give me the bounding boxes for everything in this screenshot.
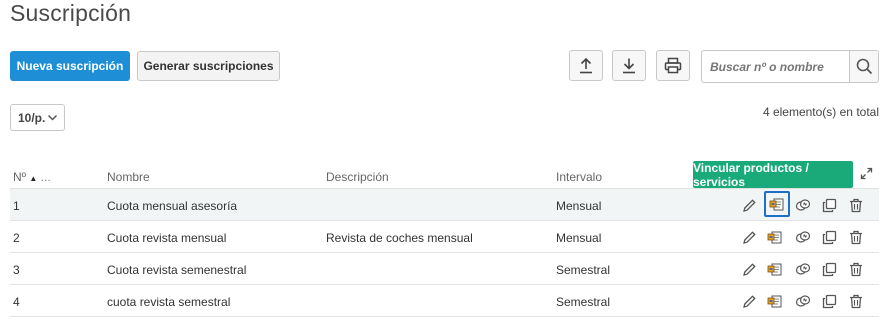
expand-icon: [860, 167, 873, 180]
total-count: 4 elemento(s) en total: [762, 105, 879, 119]
expand-table-button[interactable]: [856, 163, 877, 184]
duplicate-button[interactable]: [818, 290, 840, 312]
edit-button[interactable]: [738, 194, 760, 216]
upload-icon: [580, 57, 592, 74]
search-box: [701, 50, 879, 83]
row-description: Revista de coches mensual: [326, 231, 473, 245]
duplicate-icon: [822, 262, 836, 276]
link-products-icon: [767, 295, 782, 308]
print-button[interactable]: [656, 50, 690, 81]
column-header-num[interactable]: Nº ▲ ...: [13, 170, 51, 184]
column-header-num-extra: ...: [40, 170, 51, 184]
page-title: Suscripción: [10, 0, 132, 26]
duplicate-button[interactable]: [818, 226, 840, 248]
payments-button[interactable]: [792, 226, 814, 248]
row-name: Cuota revista mensual: [107, 231, 227, 245]
column-header-description[interactable]: Descripción: [326, 170, 389, 184]
duplicate-icon: [822, 230, 836, 244]
delete-icon: [850, 262, 862, 276]
search-input[interactable]: [702, 51, 850, 82]
delete-icon: [850, 198, 862, 212]
page-size-select[interactable]: 10/p.: [10, 104, 65, 131]
row-name: cuota revista semestral: [107, 295, 231, 309]
download-button[interactable]: [612, 50, 646, 81]
sort-asc-icon: ▲: [29, 174, 38, 183]
payments-icon: [795, 263, 811, 275]
delete-button[interactable]: [845, 290, 867, 312]
payments-icon: [795, 199, 811, 211]
row-interval: Mensual: [556, 199, 602, 213]
link-products-icon: [769, 198, 784, 211]
row-name: Cuota revista semenestral: [107, 263, 247, 277]
edit-button[interactable]: [738, 258, 760, 280]
row-name: Cuota mensual asesoría: [107, 199, 238, 213]
delete-icon: [850, 230, 862, 244]
edit-button[interactable]: [738, 290, 760, 312]
link-products-button[interactable]: [764, 290, 786, 312]
download-icon: [623, 58, 635, 74]
edit-icon: [742, 198, 756, 212]
row-num: 3: [13, 263, 20, 277]
link-products-tooltip: Vincular productos / servicios: [693, 161, 853, 189]
column-header-interval[interactable]: Intervalo: [556, 170, 602, 184]
print-icon: [664, 57, 682, 74]
column-header-name[interactable]: Nombre: [107, 170, 150, 184]
search-icon: [856, 58, 872, 75]
row-actions: [738, 191, 878, 217]
delete-button[interactable]: [845, 258, 867, 280]
edit-icon: [742, 294, 756, 308]
row-num: 2: [13, 231, 20, 245]
table-row[interactable]: 2 Cuota revista mensual Revista de coche…: [10, 221, 879, 253]
delete-button[interactable]: [845, 194, 867, 216]
payments-icon: [795, 295, 811, 307]
row-num: 4: [13, 295, 20, 309]
link-products-button[interactable]: [764, 226, 786, 248]
duplicate-icon: [822, 198, 836, 212]
search-button[interactable]: [849, 51, 878, 82]
generate-subscriptions-button[interactable]: Generar suscripciones: [137, 51, 280, 81]
new-subscription-button[interactable]: Nueva suscripción: [10, 51, 130, 81]
page-size-value: 10/p.: [18, 110, 46, 125]
link-products-button[interactable]: [764, 258, 786, 280]
table-row[interactable]: 3 Cuota revista semenestral Semestral: [10, 253, 879, 285]
duplicate-button[interactable]: [818, 258, 840, 280]
column-header-num-label: Nº: [13, 170, 27, 184]
link-products-button[interactable]: [764, 191, 790, 217]
row-interval: Semestral: [556, 263, 611, 277]
payments-icon: [795, 231, 811, 243]
row-interval: Mensual: [556, 231, 602, 245]
delete-button[interactable]: [845, 226, 867, 248]
table-row[interactable]: 1 Cuota mensual asesoría Mensual: [10, 189, 879, 221]
table-row[interactable]: 4 cuota revista semestral Semestral: [10, 285, 879, 317]
table-body: 1 Cuota mensual asesoría Mensual 2 Cuota…: [10, 189, 879, 317]
payments-button[interactable]: [792, 290, 814, 312]
row-interval: Semestral: [556, 295, 611, 309]
chevron-down-icon: [47, 114, 58, 121]
payments-button[interactable]: [792, 258, 814, 280]
row-num: 1: [13, 199, 20, 213]
duplicate-icon: [822, 294, 836, 308]
delete-icon: [850, 294, 862, 308]
edit-button[interactable]: [738, 226, 760, 248]
duplicate-button[interactable]: [818, 194, 840, 216]
link-products-icon: [767, 231, 782, 244]
link-products-icon: [767, 263, 782, 276]
row-actions: [738, 258, 878, 280]
upload-button[interactable]: [569, 50, 603, 81]
edit-icon: [742, 230, 756, 244]
edit-icon: [742, 262, 756, 276]
row-actions: [738, 290, 878, 312]
payments-button[interactable]: [792, 194, 814, 216]
row-actions: [738, 226, 878, 248]
